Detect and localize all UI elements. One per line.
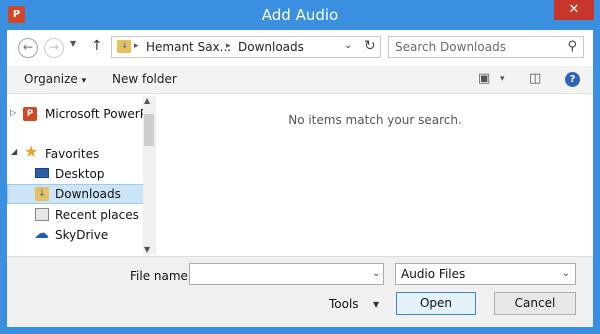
tree-item-skydrive[interactable]: ☁ SkyDrive <box>7 225 144 245</box>
chevron-down-icon: ⌄ <box>561 268 570 279</box>
downloads-folder-icon: ↓ <box>117 40 131 53</box>
tools-dropdown-icon[interactable]: ▼ <box>373 300 379 309</box>
navigation-bar: ← → ▼ ↑ ↓ ▸ Hemant Sax... ▸ Downloads ⌄ … <box>7 30 593 66</box>
forward-button[interactable]: → <box>44 38 64 58</box>
scroll-thumb[interactable] <box>144 114 154 146</box>
file-selection-pane: File name: ⌄ Audio Files ⌄ Tools ▼ Open … <box>7 256 593 327</box>
navigation-pane: ▷ P Microsoft PowerPc ◢ ★ Favorites Desk… <box>7 94 155 256</box>
title-bar[interactable]: P Add Audio ✕ <box>0 0 600 30</box>
window-title: Add Audio <box>261 6 339 24</box>
add-audio-dialog: P Add Audio ✕ ← → ▼ ↑ ↓ ▸ Hemant Sax... … <box>0 0 600 334</box>
search-box[interactable]: ⚲ <box>388 36 584 58</box>
star-icon: ★ <box>24 142 39 161</box>
file-type-select[interactable]: Audio Files ⌄ <box>395 263 576 285</box>
crumb-separator-icon: ▸ <box>226 41 231 51</box>
back-button[interactable]: ← <box>18 38 38 58</box>
search-icon[interactable]: ⚲ <box>567 39 577 54</box>
tree-item-favorites[interactable]: ◢ ★ Favorites <box>7 144 144 164</box>
tree-item-powerpoint[interactable]: ▷ P Microsoft PowerPc <box>7 104 154 124</box>
file-type-value: Audio Files <box>401 267 466 281</box>
file-list[interactable]: No items match your search. <box>155 94 593 256</box>
organize-button[interactable]: Organize ▾ <box>24 72 86 86</box>
skydrive-icon: ☁ <box>34 224 49 242</box>
refresh-button[interactable]: ↻ <box>364 38 376 54</box>
crumb-separator-icon: ▸ <box>134 41 139 51</box>
cancel-button[interactable]: Cancel <box>494 292 576 315</box>
scroll-up-icon[interactable]: ▲ <box>144 96 150 105</box>
collapse-icon[interactable]: ◢ <box>11 147 17 156</box>
scroll-down-icon[interactable]: ▼ <box>144 245 150 254</box>
help-icon[interactable]: ? <box>565 72 580 87</box>
address-bar[interactable]: ↓ ▸ Hemant Sax... ▸ Downloads ⌄ ↻ <box>111 36 381 58</box>
tree-item-downloads[interactable]: ↓ Downloads <box>7 184 144 204</box>
up-button[interactable]: ↑ <box>91 38 103 54</box>
tree-item-label: Microsoft PowerPc <box>45 107 154 121</box>
dialog-client: ← → ▼ ↑ ↓ ▸ Hemant Sax... ▸ Downloads ⌄ … <box>7 30 593 327</box>
change-view-icon[interactable]: ▣ <box>478 71 490 86</box>
file-name-label: File name: <box>130 269 192 283</box>
chevron-down-icon: ▾ <box>81 76 87 86</box>
powerpoint-icon: P <box>23 107 37 121</box>
tree-item-label: Recent places <box>55 208 139 222</box>
tree-item-label: Downloads <box>55 187 121 201</box>
file-name-field[interactable] <box>189 263 384 285</box>
expand-icon[interactable]: ▷ <box>10 108 16 117</box>
organize-label: Organize <box>24 72 78 86</box>
search-input[interactable] <box>395 40 555 54</box>
tree-item-label: Favorites <box>45 147 100 161</box>
recent-locations-dropdown[interactable]: ▼ <box>70 39 76 48</box>
downloads-folder-icon: ↓ <box>35 187 49 201</box>
close-button[interactable]: ✕ <box>554 0 594 20</box>
address-dropdown-icon[interactable]: ⌄ <box>344 40 352 51</box>
empty-message: No items match your search. <box>288 113 462 127</box>
file-name-dropdown-icon[interactable]: ⌄ <box>372 268 380 279</box>
recent-places-icon <box>35 208 49 221</box>
desktop-icon <box>35 168 49 178</box>
view-options-dropdown[interactable]: ▾ <box>500 74 505 84</box>
tree-item-recent-places[interactable]: Recent places <box>7 205 144 225</box>
tree-item-label: SkyDrive <box>55 228 109 242</box>
tools-button[interactable]: Tools <box>329 297 359 311</box>
navigation-scrollbar[interactable]: ▲ ▼ <box>143 96 155 254</box>
new-folder-button[interactable]: New folder <box>112 72 177 86</box>
open-button[interactable]: Open <box>396 292 476 315</box>
command-bar: Organize ▾ New folder ▣ ▾ ◫ ? <box>7 66 593 94</box>
tree-item-label: Desktop <box>55 167 105 181</box>
breadcrumb-downloads[interactable]: Downloads <box>238 40 304 54</box>
breadcrumb-hemant[interactable]: Hemant Sax... <box>146 40 231 54</box>
tree-item-desktop[interactable]: Desktop <box>7 164 144 184</box>
preview-pane-icon[interactable]: ◫ <box>529 71 541 86</box>
